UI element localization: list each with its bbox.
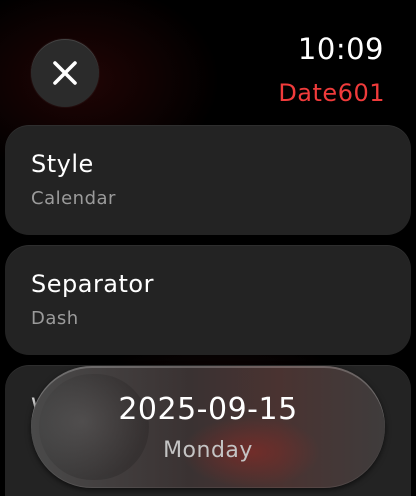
setting-value: Calendar	[31, 188, 116, 209]
setting-row-style[interactable]: Style Calendar	[5, 125, 411, 235]
close-icon	[52, 60, 78, 86]
weekday-text: Monday	[163, 438, 253, 463]
close-button[interactable]	[31, 39, 99, 107]
date-preview-pill: 2025-09-15 Monday	[31, 366, 385, 488]
setting-value: Dash	[31, 308, 79, 329]
clock-time: 10:09	[297, 32, 384, 66]
app-title: Date601	[278, 79, 385, 107]
setting-row-separator[interactable]: Separator Dash	[5, 245, 411, 355]
date-text: 2025-09-15	[118, 392, 298, 427]
setting-label: Separator	[31, 270, 154, 298]
lens-effect	[39, 374, 149, 480]
setting-label: Style	[31, 150, 94, 178]
